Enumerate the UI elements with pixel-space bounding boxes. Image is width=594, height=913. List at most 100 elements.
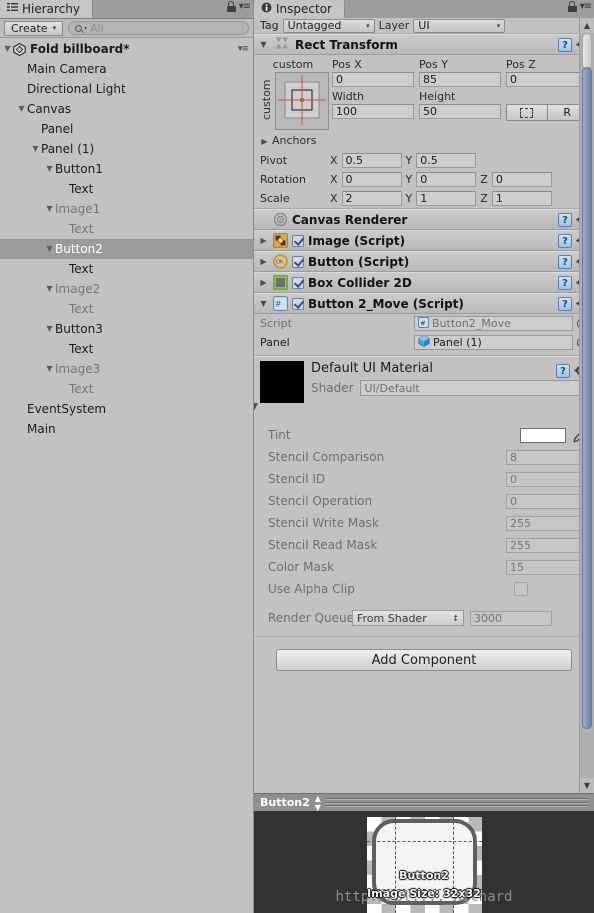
foldout-icon[interactable]: ▼ bbox=[30, 139, 41, 159]
inspector-scroll-thumb-cap[interactable] bbox=[582, 33, 592, 69]
lock-icon[interactable] bbox=[567, 1, 577, 12]
preview-titlebar[interactable]: Button2 ▲ ▼ bbox=[254, 793, 594, 812]
search-input[interactable]: ▾ All bbox=[68, 21, 249, 35]
lock-icon[interactable] bbox=[226, 1, 236, 12]
material-property-value[interactable]: 255 bbox=[506, 537, 588, 553]
help-icon[interactable]: ? bbox=[556, 363, 570, 378]
preview-drag-handle[interactable] bbox=[325, 798, 588, 807]
help-icon[interactable]: ? bbox=[558, 296, 572, 311]
anchors-foldout-row[interactable]: ▶ Anchors bbox=[254, 132, 594, 151]
hierarchy-item-text[interactable]: Text bbox=[0, 219, 253, 239]
panel-menu-icon[interactable]: ▾≡ bbox=[239, 1, 251, 12]
hierarchy-item-button3[interactable]: ▼ Button3 bbox=[0, 319, 253, 339]
hierarchy-item-image1[interactable]: ▼ Image1 bbox=[0, 199, 253, 219]
material-property-value[interactable]: 255 bbox=[506, 515, 588, 531]
tint-color-swatch[interactable] bbox=[520, 427, 566, 443]
scale-z-input[interactable]: 1 bbox=[491, 191, 552, 206]
hierarchy-item-canvas[interactable]: ▼ Canvas bbox=[0, 99, 253, 119]
pos-y-input[interactable]: 85 bbox=[419, 72, 501, 87]
hierarchy-item-directional-light[interactable]: Directional Light bbox=[0, 79, 253, 99]
hierarchy-item-panel[interactable]: Panel bbox=[0, 119, 253, 139]
pivot-x-input[interactable]: 0.5 bbox=[341, 153, 402, 168]
hierarchy-item-text[interactable]: Text bbox=[0, 379, 253, 399]
hierarchy-item-eventsystem[interactable]: EventSystem bbox=[0, 399, 253, 419]
foldout-icon[interactable]: ▼ bbox=[258, 299, 269, 308]
material-property-value[interactable]: 0 bbox=[506, 471, 588, 487]
foldout-icon[interactable]: ▼ bbox=[258, 40, 269, 49]
use-alpha-clip-checkbox[interactable] bbox=[514, 582, 528, 596]
blueprint-mode-button[interactable] bbox=[506, 104, 547, 121]
hierarchy-item-button2[interactable]: ▼ Button2 bbox=[0, 239, 253, 259]
component-enabled-checkbox[interactable] bbox=[292, 255, 304, 268]
material-foldout-icon[interactable]: ▼ bbox=[254, 402, 258, 412]
script-object-field[interactable]: # Button2_Move bbox=[414, 316, 573, 331]
hierarchy-item-panel-1[interactable]: ▼ Panel (1) bbox=[0, 139, 253, 159]
foldout-icon[interactable]: ▼ bbox=[44, 159, 55, 179]
height-input[interactable]: 50 bbox=[419, 104, 501, 119]
scroll-down-button[interactable]: ▼ bbox=[580, 778, 594, 793]
panel-menu-icon[interactable]: ▾≡ bbox=[580, 1, 592, 12]
scene-menu-icon[interactable]: ▾≡ bbox=[238, 44, 249, 54]
foldout-icon[interactable]: ▶ bbox=[258, 236, 269, 245]
pos-x-input[interactable]: 0 bbox=[332, 72, 414, 87]
anchors-foldout-icon[interactable]: ▶ bbox=[260, 137, 269, 146]
help-icon[interactable]: ? bbox=[558, 233, 572, 248]
component-enabled-checkbox[interactable] bbox=[292, 234, 304, 247]
hierarchy-item-button1[interactable]: ▼ Button1 bbox=[0, 159, 253, 179]
component-enabled-checkbox[interactable] bbox=[292, 297, 304, 310]
inspector-scroll-track[interactable] bbox=[580, 33, 594, 778]
help-icon[interactable]: ? bbox=[558, 37, 572, 52]
help-icon[interactable]: ? bbox=[558, 254, 572, 269]
component-header-image-script[interactable]: ▶ Image (Script)? bbox=[254, 230, 594, 251]
anchor-preset-widget[interactable] bbox=[275, 72, 329, 130]
inspector-scrollbar[interactable]: ▲ ▼ bbox=[579, 18, 594, 793]
component-enabled-checkbox[interactable] bbox=[292, 276, 304, 289]
layer-dropdown[interactable]: UI ▾ bbox=[413, 18, 506, 33]
hierarchy-item-image3[interactable]: ▼ Image3 bbox=[0, 359, 253, 379]
hierarchy-item-text[interactable]: Text bbox=[0, 179, 253, 199]
hierarchy-item-main[interactable]: Main bbox=[0, 419, 253, 439]
tab-inspector[interactable]: Inspector bbox=[254, 0, 345, 18]
material-property-value[interactable]: 15 bbox=[506, 559, 588, 575]
help-icon[interactable]: ? bbox=[558, 212, 572, 227]
scene-foldout-icon[interactable]: ▼ bbox=[2, 39, 13, 59]
scale-x-input[interactable]: 2 bbox=[341, 191, 402, 206]
rotation-y-input[interactable]: 0 bbox=[416, 172, 477, 187]
add-component-button[interactable]: Add Component bbox=[276, 649, 572, 671]
component-header-button-script[interactable]: ▶ OK Button (Script)? bbox=[254, 251, 594, 272]
foldout-icon[interactable]: ▶ bbox=[258, 278, 269, 287]
material-property-value[interactable]: 8 bbox=[506, 449, 588, 465]
hierarchy-item-main-camera[interactable]: Main Camera bbox=[0, 59, 253, 79]
foldout-icon[interactable]: ▼ bbox=[44, 199, 55, 219]
hierarchy-item-text[interactable]: Text bbox=[0, 299, 253, 319]
updown-arrows-icon[interactable]: ▲ ▼ bbox=[315, 794, 321, 812]
help-icon[interactable]: ? bbox=[558, 275, 572, 290]
foldout-icon[interactable]: ▼ bbox=[44, 359, 55, 379]
scale-y-input[interactable]: 1 bbox=[416, 191, 477, 206]
component-header-canvas-renderer[interactable]: Canvas Renderer? bbox=[254, 209, 594, 230]
material-property-value[interactable]: 0 bbox=[506, 493, 588, 509]
pos-z-input[interactable]: 0 bbox=[506, 72, 588, 87]
hierarchy-item-image2[interactable]: ▼ Image2 bbox=[0, 279, 253, 299]
hierarchy-row-scene[interactable]: ▼ Fold billboard* ▾≡ bbox=[0, 39, 253, 59]
rotation-z-input[interactable]: 0 bbox=[491, 172, 552, 187]
component-header-box-collider-2d[interactable]: ▶ Box Collider 2D? bbox=[254, 272, 594, 293]
render-queue-dropdown[interactable]: From Shader ↕ bbox=[352, 610, 464, 626]
component-header-button-2-move-script[interactable]: ▼ # Button 2_Move (Script)? bbox=[254, 293, 594, 314]
render-queue-value[interactable]: 3000 bbox=[470, 610, 552, 626]
search-filter-caret-icon[interactable]: ▾ bbox=[84, 25, 87, 32]
width-input[interactable]: 100 bbox=[332, 104, 414, 119]
component-header-rect-transform[interactable]: ▼ Rect Transform ? bbox=[254, 34, 594, 55]
create-button[interactable]: Create ▾ bbox=[4, 20, 64, 36]
foldout-icon[interactable]: ▼ bbox=[44, 239, 55, 259]
pivot-y-input[interactable]: 0.5 bbox=[416, 153, 477, 168]
foldout-icon[interactable]: ▼ bbox=[44, 319, 55, 339]
hierarchy-item-text[interactable]: Text bbox=[0, 259, 253, 279]
shader-dropdown[interactable]: UI/Default ▾ bbox=[359, 380, 588, 396]
scroll-up-button[interactable]: ▲ bbox=[580, 18, 594, 33]
foldout-icon[interactable]: ▶ bbox=[258, 257, 269, 266]
foldout-icon[interactable]: ▼ bbox=[44, 279, 55, 299]
tab-hierarchy[interactable]: Hierarchy bbox=[0, 0, 94, 18]
tag-dropdown[interactable]: Untagged ▾ bbox=[282, 18, 375, 33]
foldout-icon[interactable]: ▼ bbox=[16, 99, 27, 119]
